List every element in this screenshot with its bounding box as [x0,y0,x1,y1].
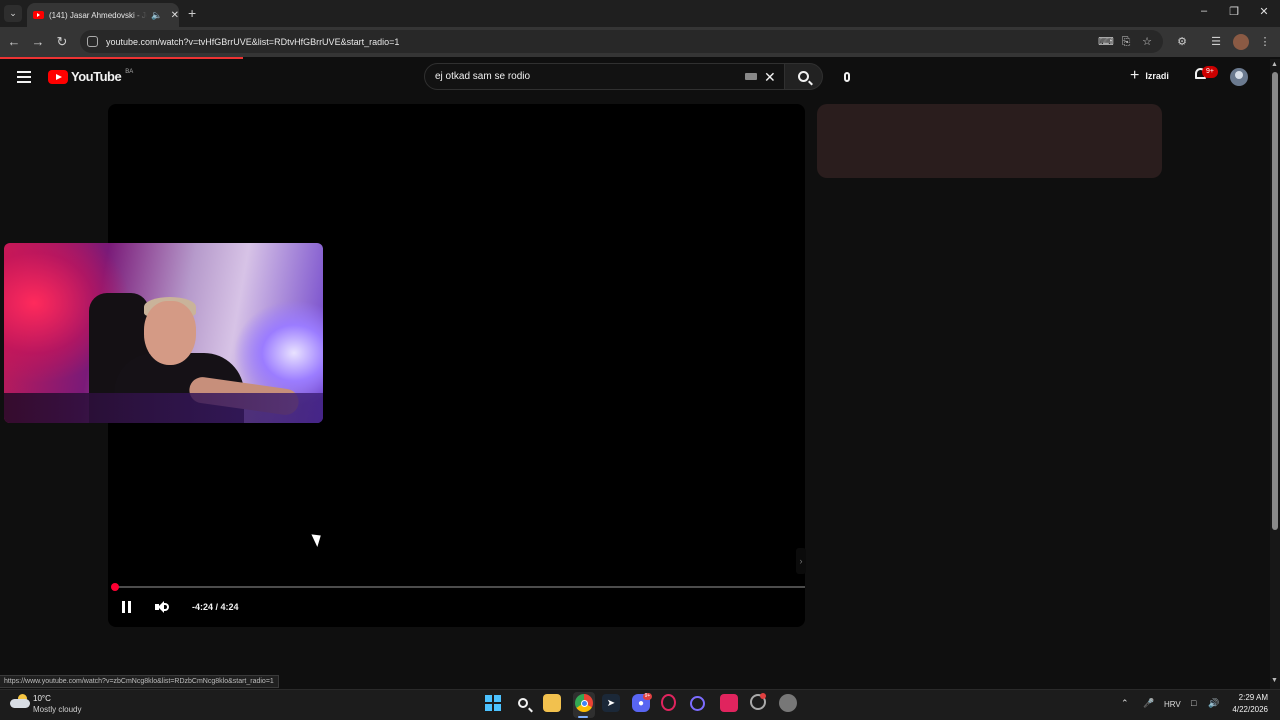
start-icon[interactable] [484,694,502,712]
tab-search-chevron-icon[interactable]: ⌄ [4,5,22,22]
scrollbar-thumb[interactable] [1272,72,1278,530]
country-code: BA [125,69,134,75]
loading-placeholder-card [817,104,1162,178]
weather-temperature[interactable]: 10°C [33,694,51,703]
extensions-icon[interactable]: ⚙ [1175,35,1189,49]
opera-gx-icon[interactable] [661,694,676,711]
browser-tab-active[interactable]: (141) Jasar Ahmedovski - Jej 🔈 ✕ [27,3,179,27]
youtube-play-logo-icon [48,69,68,84]
tray-microphone-icon[interactable]: 🎤 [1143,698,1154,709]
close-window-button[interactable]: ✕ [1254,5,1274,18]
scroll-down-arrow-icon[interactable]: ▼ [1271,677,1278,684]
install-app-icon[interactable]: ⎘ [1119,35,1133,49]
site-info-icon[interactable] [87,36,98,47]
volume-icon[interactable] [155,601,173,614]
weather-cloudy-icon[interactable] [10,694,30,708]
active-app-indicator [578,716,588,718]
create-button[interactable]: + Izradi [1124,65,1175,87]
settings-icon[interactable] [779,694,797,712]
address-bar-url: youtube.com/watch?v=tvHfGBrrUVE&list=RDt… [106,36,400,47]
pause-button[interactable] [122,601,134,614]
video-time-display: -4:24 / 4:24 [192,602,239,612]
minimize-button[interactable]: – [1194,5,1214,17]
tab-close-icon[interactable]: ✕ [171,10,179,21]
menu-icon[interactable] [17,71,31,83]
expand-chevron-icon[interactable]: › [796,548,806,574]
reload-button[interactable]: ↻ [54,34,70,50]
file-explorer-icon[interactable] [543,694,561,712]
notification-count-badge: 9+ [1202,66,1218,78]
bookmark-star-icon[interactable]: ☆ [1140,35,1154,49]
tray-overflow-chevron-icon[interactable]: ⌃ [1121,698,1129,709]
tray-volume-icon[interactable]: 🔊 [1208,698,1219,709]
app-alert-dot [760,693,766,699]
app-icon[interactable] [720,694,738,712]
tab-speaker-icon[interactable]: 🔈 [151,10,162,21]
keyboard-icon[interactable] [745,73,757,80]
clock-time[interactable]: 2:29 AM [1238,693,1268,702]
network-icon[interactable]: □ [1191,698,1196,708]
steam-icon[interactable]: ➤ [602,694,620,712]
search-button[interactable] [784,63,823,90]
youtube-wordmark: YouTube [71,69,122,84]
clear-search-icon[interactable]: ✕ [764,69,776,86]
taskbar-search-icon[interactable] [514,694,532,712]
tab-title: (141) Jasar Ahmedovski - Jej [49,10,148,20]
link-status-url: https://www.youtube.com/watch?v=zbCmNcg8… [0,675,279,688]
restore-button[interactable]: ❐ [1224,5,1244,18]
search-icon [798,71,809,82]
forward-button[interactable]: → [30,34,46,49]
search-input[interactable]: ej otkad sam se rodio [424,63,785,90]
browser-profile-avatar[interactable] [1233,34,1249,50]
video-progress-bar[interactable] [116,586,805,588]
discord-badge: 9+ [643,693,652,700]
app-icon[interactable] [690,696,705,711]
back-button[interactable]: ← [6,34,22,49]
translate-icon[interactable]: ⌨ [1098,35,1114,49]
input-language[interactable]: HRV [1164,700,1181,709]
microphone-icon [844,72,850,82]
webcam-overlay-image [4,243,323,423]
youtube-favicon-icon [33,11,44,19]
account-avatar[interactable] [1230,68,1248,86]
browser-menu-icon[interactable]: ⋮ [1258,35,1272,49]
chrome-icon[interactable] [575,694,593,712]
voice-search-button[interactable] [838,68,856,86]
plus-icon: + [1130,67,1140,84]
new-tab-button[interactable]: + [188,5,196,21]
create-label: Izradi [1145,71,1169,81]
scroll-up-arrow-icon[interactable]: ▲ [1271,61,1278,68]
clock-date[interactable]: 4/22/2026 [1228,705,1268,714]
search-query-text: ej otkad sam se rodio [435,71,531,82]
weather-description[interactable]: Mostly cloudy [33,705,81,714]
progress-scrubber-handle[interactable] [111,583,119,591]
address-bar[interactable]: youtube.com/watch?v=tvHfGBrrUVE&list=RDt… [80,30,1163,53]
youtube-logo[interactable]: YouTube BA [48,69,133,84]
media-controls-icon[interactable]: ☰ [1209,35,1223,49]
